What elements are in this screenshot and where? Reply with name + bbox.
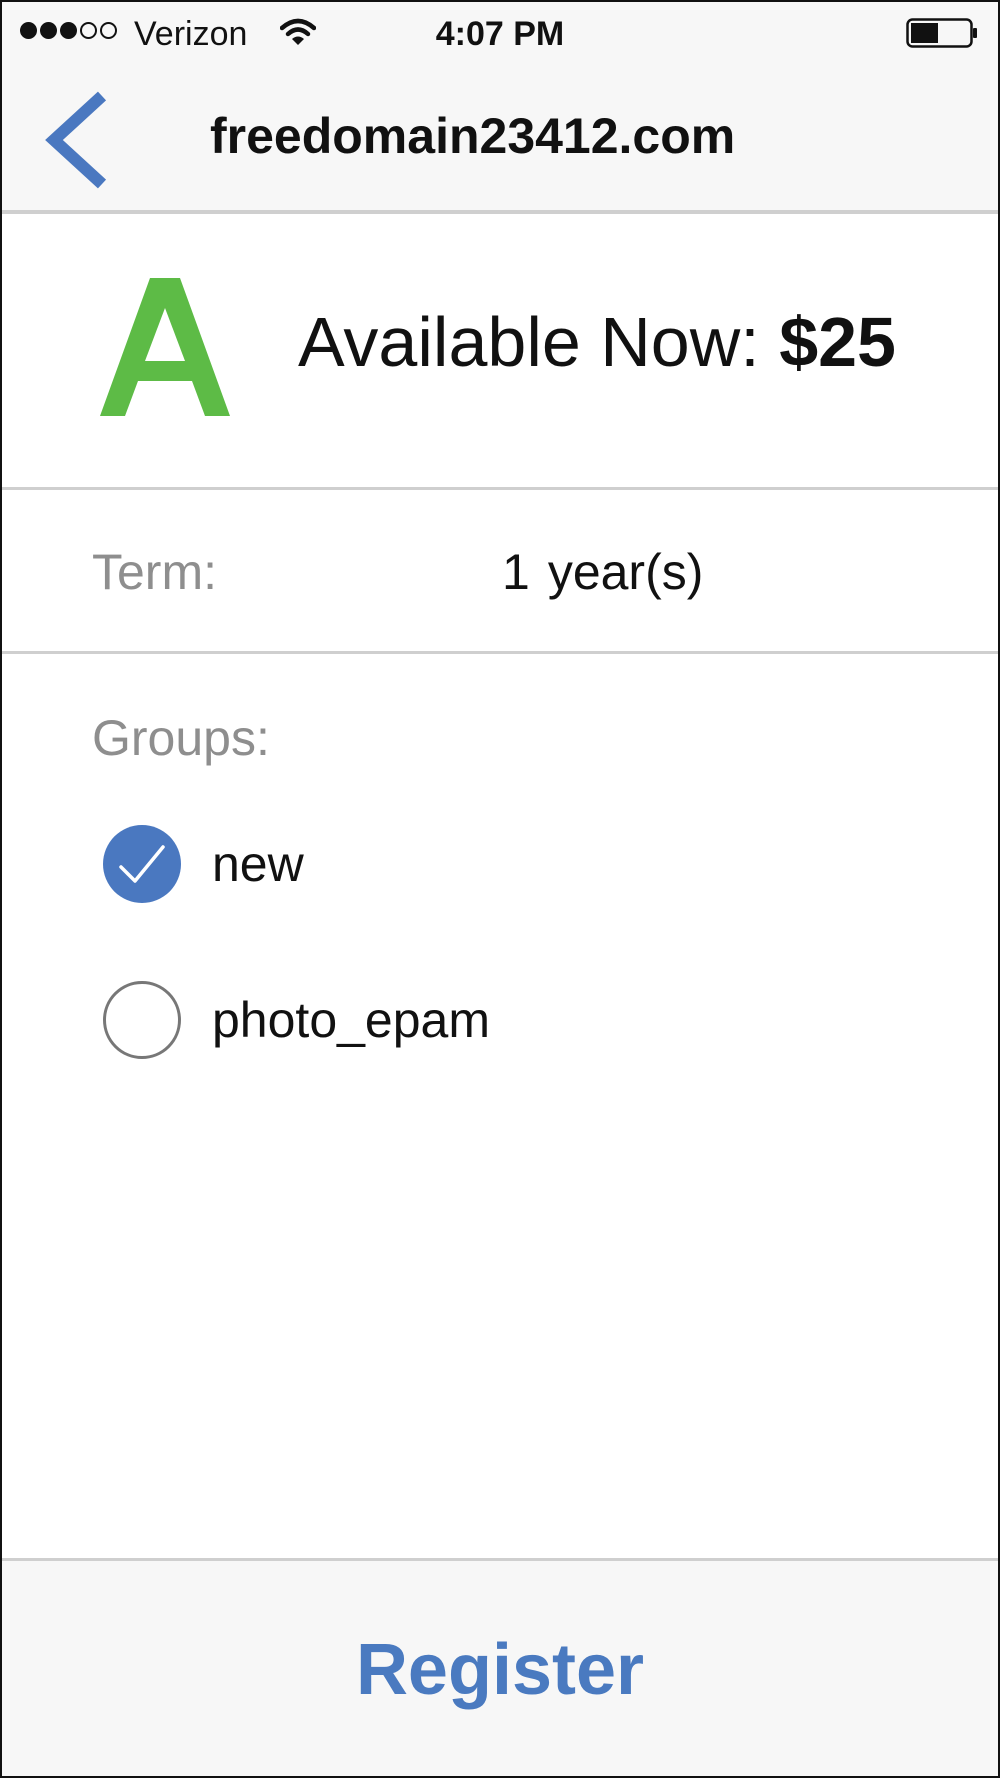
term-row[interactable]: Term: 1 year(s) [0,490,1000,654]
back-button[interactable] [36,86,126,190]
status-bar: Verizon 4:07 PM [0,0,1000,66]
term-number: 1 [502,544,530,600]
term-value[interactable]: 1 year(s) [502,542,703,602]
chevron-left-icon [45,91,107,189]
group-label: new [212,836,304,892]
navigation-bar: freedomain23412.com [0,66,1000,214]
group-option-photo-epam[interactable]: photo_epam [100,978,800,1062]
availability-grade-icon [100,278,230,416]
checked-circle-icon[interactable] [103,825,181,903]
availability-price: $25 [779,303,896,381]
page-title: freedomain23412.com [210,108,736,164]
clock: 4:07 PM [435,15,565,53]
term-unit: year(s) [547,544,704,600]
unchecked-circle-icon[interactable] [103,981,181,1059]
availability-label: Available Now: [298,303,760,381]
group-option-new[interactable]: new [100,822,800,906]
bottom-bar: Register [0,1558,1000,1778]
group-label: photo_epam [212,992,491,1048]
term-label: Term: [92,544,217,600]
register-button[interactable]: Register [0,1561,1000,1778]
groups-label: Groups: [92,710,270,766]
availability-text: Available Now: $25 [298,302,896,382]
battery-icon [906,18,977,48]
availability-header: Available Now: $25 [0,214,1000,490]
